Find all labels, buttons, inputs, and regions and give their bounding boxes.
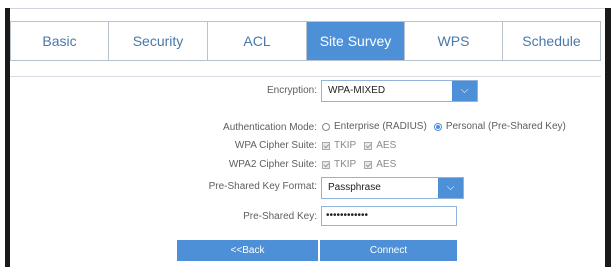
psk-format-label: Pre-Shared Key Format: — [208, 181, 317, 192]
enterprise-radio[interactable] — [322, 122, 330, 131]
section-divider — [10, 76, 601, 77]
personal-radio[interactable] — [433, 122, 442, 131]
psk-format-value: Passphrase — [328, 182, 381, 193]
connect-button[interactable]: Connect — [320, 240, 457, 261]
tab-site-survey[interactable]: Site Survey — [307, 22, 405, 60]
encryption-label: Encryption: — [266, 85, 317, 96]
tab-bar: Basic Security ACL Site Survey WPS Sched… — [10, 21, 601, 61]
auth-mode-label: Authentication Mode: — [223, 122, 317, 133]
wpa-aes-label: AES — [376, 140, 397, 151]
psk-value: •••••••••••• — [326, 210, 369, 221]
wpa-cipher-options: TKIP AES — [322, 140, 401, 151]
top-border-line — [5, 8, 611, 9]
psk-format-select[interactable]: Passphrase ⌵ — [321, 177, 464, 199]
tab-security[interactable]: Security — [109, 22, 208, 60]
wpa-tkip-checkbox[interactable] — [322, 141, 330, 150]
enterprise-radio-label: Enterprise (RADIUS) — [334, 121, 427, 132]
tab-schedule[interactable]: Schedule — [503, 22, 600, 60]
wpa-aes-checkbox[interactable] — [364, 141, 373, 150]
wpa2-tkip-checkbox[interactable] — [322, 160, 330, 169]
back-button[interactable]: <<Back — [177, 240, 318, 261]
wpa-tkip-label: TKIP — [334, 140, 357, 151]
tab-acl[interactable]: ACL — [208, 22, 307, 60]
chevron-down-icon: ⌵ — [452, 81, 477, 101]
right-frame-border — [605, 8, 611, 267]
tab-wps[interactable]: WPS — [405, 22, 503, 60]
wpa2-cipher-options: TKIP AES — [322, 159, 401, 170]
router-settings-page: Basic Security ACL Site Survey WPS Sched… — [5, 0, 611, 267]
wpa2-aes-checkbox[interactable] — [364, 160, 373, 169]
psk-input[interactable]: •••••••••••• — [321, 206, 457, 226]
personal-radio-label: Personal (Pre-Shared Key) — [445, 121, 566, 132]
encryption-value: WPA-MIXED — [328, 85, 386, 96]
wpa2-aes-label: AES — [376, 159, 397, 170]
wpa2-cipher-label: WPA2 Cipher Suite: — [228, 159, 317, 170]
encryption-select[interactable]: WPA-MIXED ⌵ — [321, 80, 478, 102]
tab-basic[interactable]: Basic — [11, 22, 109, 60]
auth-mode-options: Enterprise (RADIUS) Personal (Pre-Shared… — [322, 121, 566, 132]
wpa-cipher-label: WPA Cipher Suite: — [234, 140, 317, 151]
wpa2-tkip-label: TKIP — [334, 159, 357, 170]
psk-label: Pre-Shared Key: — [243, 211, 317, 222]
chevron-down-icon: ⌵ — [438, 178, 463, 198]
